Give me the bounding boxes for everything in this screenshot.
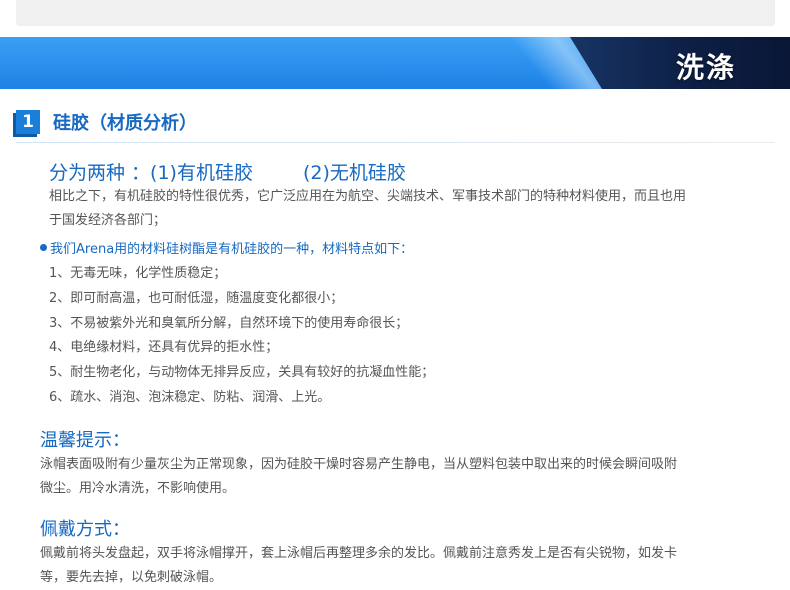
tip-heading: 温馨提示：: [40, 430, 130, 451]
intro-line: 相比之下，有机硅胶的特性很优秀，它广泛应用在为航空、尖端技术、军事技术部门的特种…: [49, 189, 687, 204]
banner-title: 洗涤: [675, 51, 736, 84]
list-item: 1、无毒无味，化学性质稳定；: [49, 266, 227, 281]
list-item: 3、不易被紫外光和臭氧所分解，自然环境下的使用寿命很长；: [49, 315, 409, 331]
section-banner: 洗涤: [0, 37, 790, 89]
intro-line: 于国发经济各部门；: [49, 213, 167, 228]
list-item: 6、疏水、消泡、泡沫稳定、防粘、润滑、上光。: [49, 389, 331, 405]
section-header: 1 硅胶（材质分析）: [16, 109, 197, 135]
section-number-badge: 1: [16, 110, 40, 134]
features-list: 1、无毒无味，化学性质稳定； 2、即可耐高温，也可耐低湿，随温度变化都很小； 3…: [49, 262, 434, 411]
top-panel: [16, 0, 775, 26]
bullet-dot-icon: [40, 244, 47, 251]
types-second: (2)无机硅胶: [302, 162, 406, 184]
features-heading: 我们Arena用的材料硅树酯是有机硅胶的一种，材料特点如下：: [40, 238, 413, 257]
intro-paragraph: 相比之下，有机硅胶的特性很优秀，它广泛应用在为航空、尖端技术、军事技术部门的特种…: [49, 185, 686, 233]
wear-heading: 佩戴方式：: [40, 519, 130, 540]
features-heading-text: 我们Arena用的材料硅树酯是有机硅胶的一种，材料特点如下：: [50, 242, 414, 257]
list-item: 5、耐生物老化，与动物体无排异反应，关具有较好的抗凝血性能；: [49, 365, 435, 381]
tip-line: 微尘。用冷水清洗，不影响使用。: [40, 481, 236, 496]
list-item: 2、即可耐高温，也可耐低湿，随温度变化都很小；: [49, 290, 344, 306]
section-title: 硅胶（材质分析）: [53, 113, 197, 134]
list-item: 4、电绝缘材料，还具有优异的拒水性；: [49, 340, 279, 356]
tip-line: 泳帽表面吸附有少量灰尘为正常现象，因为硅胶干燥时容易产生静电，当从塑料包装中取出…: [40, 457, 678, 472]
tip-paragraph: 泳帽表面吸附有少量灰尘为正常现象，因为硅胶干燥时容易产生静电，当从塑料包装中取出…: [40, 453, 677, 501]
wear-line: 等，要先去掉，以免刺破泳帽。: [40, 570, 223, 585]
types-heading: 分为两种 ：(1)有机硅胶 (2)无机硅胶: [49, 158, 406, 185]
types-intro: 分为两种 ：(1)有机硅胶: [49, 162, 253, 184]
wear-paragraph: 佩戴前将头发盘起，双手将泳帽撑开，套上泳帽后再整理多余的发比。佩戴前注意秀发上是…: [40, 542, 677, 590]
wear-line: 佩戴前将头发盘起，双手将泳帽撑开，套上泳帽后再整理多余的发比。佩戴前注意秀发上是…: [40, 546, 678, 561]
section-divider: [16, 142, 775, 143]
